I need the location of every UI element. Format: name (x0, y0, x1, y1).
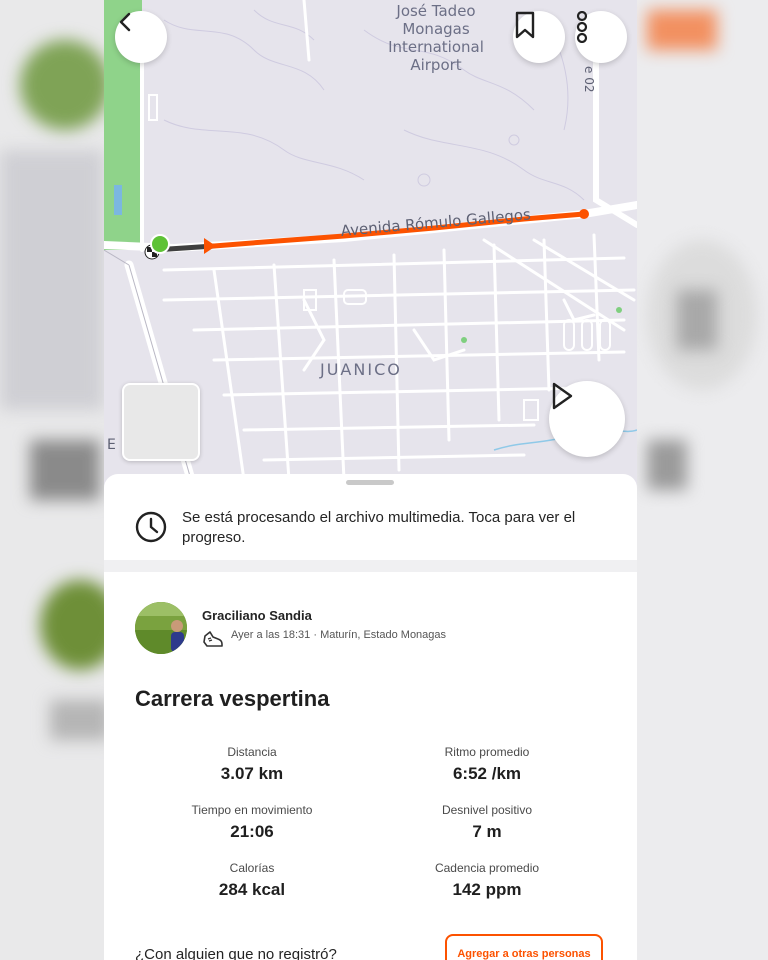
stat-value: 284 kcal (218, 880, 286, 899)
stat-label: Tiempo en movimiento (191, 803, 313, 817)
background-right (637, 0, 768, 960)
airport-label-line-3: International (388, 38, 484, 56)
more-options-button[interactable] (575, 11, 627, 63)
media-thumbnail[interactable] (122, 383, 200, 461)
airport-label: José Tadeo Monagas International Airport (376, 2, 496, 74)
clock-icon (135, 511, 167, 543)
stat-value: 7 m (472, 822, 502, 841)
stat-avg-cadence: Cadencia promedio 142 ppm (387, 861, 587, 900)
stat-label: Cadencia promedio (434, 861, 540, 875)
play-flyover-button[interactable] (549, 381, 625, 457)
shoe-icon (203, 631, 223, 647)
side-road-label: e 02 (582, 66, 596, 93)
stat-avg-pace: Ritmo promedio 6:52 /km (387, 745, 587, 784)
stat-label: Calorías (229, 861, 275, 875)
athlete-name[interactable]: Graciliano Sandia (202, 608, 312, 623)
bookmark-icon (515, 11, 535, 39)
add-others-button[interactable]: Agregar a otras personas (445, 934, 603, 960)
avatar-photo (135, 602, 187, 654)
drag-handle[interactable] (346, 480, 394, 485)
airport-label-line-2: Monagas (402, 20, 470, 38)
stat-calories: Calorías 284 kcal (152, 861, 352, 900)
stat-value: 6:52 /km (452, 764, 522, 783)
stat-value: 3.07 km (220, 764, 284, 783)
neighborhood-label: JUANICO (320, 360, 402, 379)
route-map[interactable]: José Tadeo Monagas International Airport… (104, 0, 637, 490)
stat-moving-time: Tiempo en movimiento 21:06 (152, 803, 352, 842)
map-edge-label: E (107, 437, 116, 453)
section-divider (104, 560, 637, 572)
background-left (0, 0, 104, 960)
stat-elevation-gain: Desnivel positivo 7 m (387, 803, 587, 842)
stat-label: Desnivel positivo (441, 803, 533, 817)
media-processing-notice[interactable]: Se está procesando el archivo multimedia… (104, 496, 637, 560)
activity-screen: José Tadeo Monagas International Airport… (104, 0, 637, 960)
back-button[interactable] (115, 11, 167, 63)
play-icon (552, 382, 573, 410)
tag-others-prompt: ¿Con alguien que no registró? (135, 946, 337, 960)
avatar[interactable] (135, 602, 187, 654)
airport-label-line-1: José Tadeo (396, 2, 476, 20)
more-vertical-icon (576, 11, 588, 43)
activity-sheet: Se está procesando el archivo multimedia… (104, 474, 637, 960)
activity-title: Carrera vespertina (135, 686, 330, 711)
chevron-left-icon (119, 12, 131, 32)
stat-distance: Distancia 3.07 km (152, 745, 352, 784)
stat-value: 21:06 (230, 822, 274, 841)
bookmark-button[interactable] (513, 11, 565, 63)
stat-value: 142 ppm (452, 880, 522, 899)
stat-label: Ritmo promedio (444, 745, 530, 759)
media-notice-text: Se está procesando el archivo multimedia… (182, 509, 576, 546)
airport-label-line-4: Airport (410, 56, 462, 74)
activity-meta: Ayer a las 18:31 · Maturín, Estado Monag… (231, 629, 447, 641)
stat-label: Distancia (227, 745, 277, 759)
